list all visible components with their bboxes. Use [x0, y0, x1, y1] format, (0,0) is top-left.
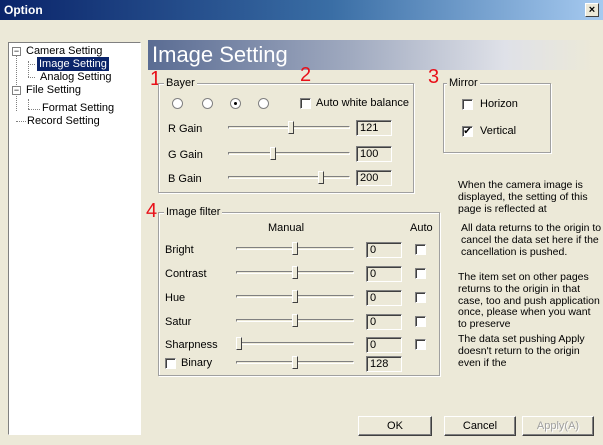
manual-column-header: Manual [268, 222, 305, 234]
ok-button[interactable]: OK [358, 416, 432, 436]
horizon-checkbox[interactable] [462, 99, 473, 110]
r-gain-slider[interactable] [228, 121, 350, 135]
g-gain-value[interactable]: 100 [356, 146, 392, 162]
mirror-group [443, 83, 551, 153]
expand-toggle-icon[interactable]: − [12, 47, 21, 56]
contrast-label: Contrast [165, 268, 207, 280]
info-text-1: When the camera image is displayed, the … [458, 179, 588, 215]
satur-label: Satur [165, 316, 192, 328]
b-gain-label: B Gain [168, 173, 202, 185]
bright-label: Bright [165, 244, 194, 256]
tree-item-analog-setting[interactable]: Analog Setting [40, 70, 112, 84]
tree-item-camera-setting[interactable]: Camera Setting [26, 44, 102, 58]
slider-thumb[interactable] [292, 314, 298, 327]
apply-button[interactable]: Apply(A) [522, 416, 594, 436]
hue-slider[interactable] [236, 290, 354, 304]
contrast-value[interactable]: 0 [366, 266, 402, 282]
vertical-label: Vertical [480, 125, 517, 137]
page-title: Image Setting [148, 40, 594, 70]
g-gain-label: G Gain [168, 149, 203, 161]
tree-line [28, 64, 35, 65]
slider-thumb[interactable] [288, 121, 294, 134]
bright-value[interactable]: 0 [366, 242, 402, 258]
close-button[interactable]: × [585, 3, 599, 17]
hue-value[interactable]: 0 [366, 290, 402, 306]
bayer-radio-4[interactable] [258, 98, 269, 109]
image-filter-group-label: Image filter [164, 206, 223, 218]
tree-item-record-setting[interactable]: Record Setting [27, 114, 100, 128]
horizon-label: Horizon [480, 98, 518, 110]
info-text-3: The item set on other pages returns to t… [458, 271, 600, 331]
auto-white-balance-label: Auto white balance [316, 97, 409, 109]
slider-track [236, 342, 354, 345]
b-gain-value[interactable]: 200 [356, 170, 392, 186]
slider-thumb[interactable] [236, 337, 242, 350]
slider-thumb[interactable] [318, 171, 324, 184]
r-gain-label: R Gain [168, 123, 203, 135]
tree-item-image-setting[interactable]: Image Setting [37, 57, 109, 71]
slider-thumb[interactable] [270, 147, 276, 160]
g-gain-slider[interactable] [228, 147, 350, 161]
tree-line [16, 121, 26, 122]
tree-line [28, 77, 35, 78]
hue-label: Hue [165, 292, 186, 304]
slider-thumb[interactable] [292, 242, 298, 255]
slider-thumb[interactable] [292, 290, 298, 303]
bayer-radio-2[interactable] [202, 98, 213, 109]
expand-toggle-icon[interactable]: − [12, 86, 21, 95]
satur-auto-checkbox[interactable] [415, 316, 426, 327]
tree-line [28, 109, 40, 110]
bright-auto-checkbox[interactable] [415, 244, 426, 255]
binary-checkbox[interactable] [165, 358, 176, 369]
bayer-radio-1[interactable] [172, 98, 183, 109]
sharpness-slider[interactable] [236, 337, 354, 351]
b-gain-slider[interactable] [228, 171, 350, 185]
cancel-button[interactable]: Cancel [444, 416, 516, 436]
bright-slider[interactable] [236, 242, 354, 256]
bayer-radio-3[interactable] [230, 98, 241, 109]
slider-thumb[interactable] [292, 356, 298, 369]
window-title: Option [4, 3, 43, 17]
sharpness-auto-checkbox[interactable] [415, 339, 426, 350]
tree-line [28, 99, 29, 109]
slider-track [228, 176, 350, 179]
annotation-3: 3 [428, 66, 440, 88]
info-text-4: The data set pushing Apply doesn't retur… [458, 333, 585, 369]
mirror-group-label: Mirror [447, 77, 480, 89]
bayer-group-label: Bayer [164, 77, 197, 89]
binary-value[interactable]: 128 [366, 356, 402, 372]
satur-value[interactable]: 0 [366, 314, 402, 330]
auto-column-header: Auto [410, 222, 433, 234]
tree-item-file-setting[interactable]: File Setting [26, 83, 81, 97]
contrast-auto-checkbox[interactable] [415, 268, 426, 279]
vertical-checkbox[interactable]: ✔ [462, 126, 473, 137]
tree-line [16, 52, 17, 111]
title-bar: Option × [0, 0, 603, 20]
tree-item-format-setting[interactable]: Format Setting [42, 101, 114, 115]
slider-track [228, 152, 350, 155]
binary-label: Binary [181, 357, 213, 369]
annotation-4: 4 [146, 200, 158, 222]
hue-auto-checkbox[interactable] [415, 292, 426, 303]
settings-tree[interactable]: − Camera Setting Image Setting Analog Se… [8, 42, 141, 435]
slider-thumb[interactable] [292, 266, 298, 279]
r-gain-value[interactable]: 121 [356, 120, 392, 136]
binary-slider[interactable] [236, 356, 354, 370]
satur-slider[interactable] [236, 314, 354, 328]
info-text-2: All data returns to the origin to cancel… [461, 222, 602, 258]
auto-white-balance-checkbox[interactable] [300, 98, 311, 109]
sharpness-label: Sharpness [165, 339, 218, 351]
contrast-slider[interactable] [236, 266, 354, 280]
sharpness-value[interactable]: 0 [366, 337, 402, 353]
